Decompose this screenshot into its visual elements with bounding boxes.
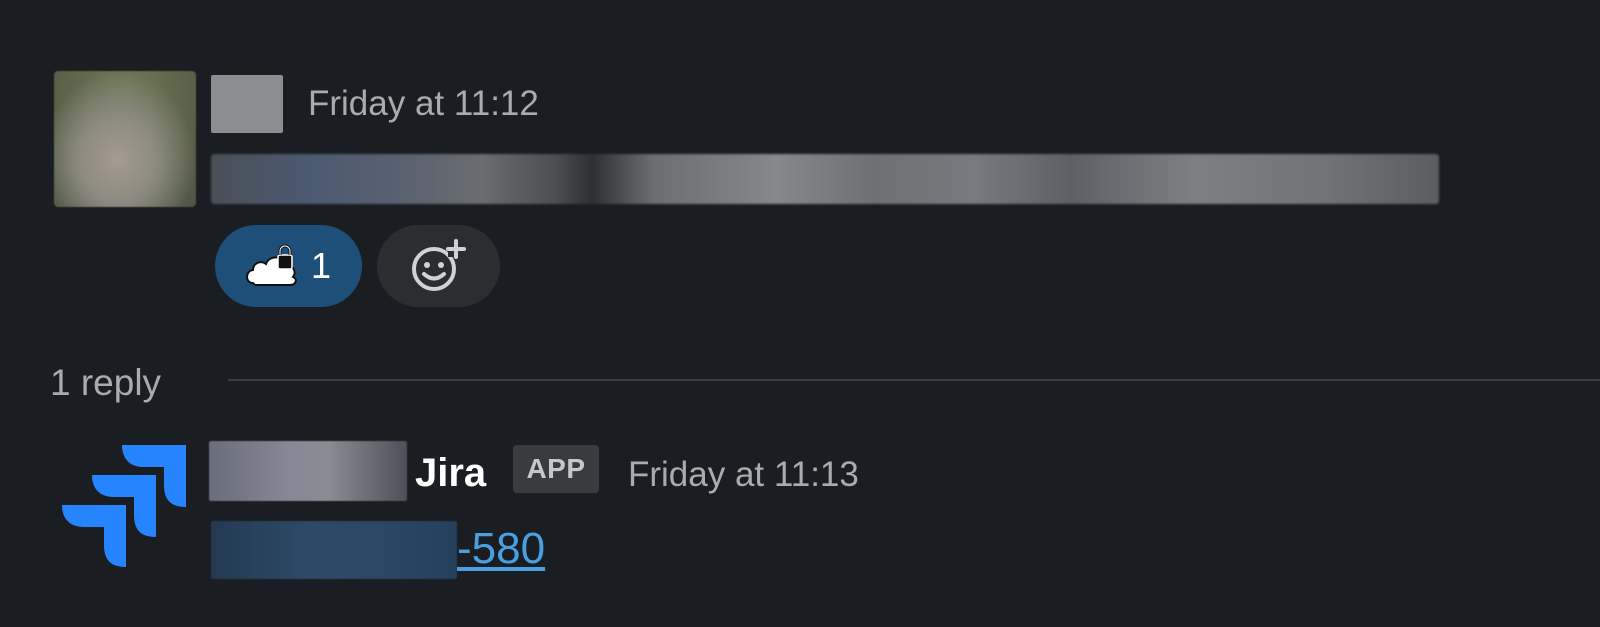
add-reaction-button[interactable] xyxy=(377,225,500,307)
sender-name-redacted[interactable] xyxy=(211,75,283,133)
app-badge: APP xyxy=(513,445,599,493)
reply-divider xyxy=(228,379,1600,381)
issue-key-redacted[interactable] xyxy=(211,521,457,579)
cloud-lock-emoji-icon xyxy=(246,244,297,286)
reply-sender-name-redacted xyxy=(209,441,407,501)
jira-logo-icon[interactable] xyxy=(60,443,188,571)
app-name[interactable]: Jira xyxy=(415,451,486,495)
thread-view: Friday at 11:12 1 1 reply Jira APP Frida… xyxy=(0,0,1600,627)
reaction-count: 1 xyxy=(311,245,332,286)
sender-avatar[interactable] xyxy=(54,71,196,207)
message-timestamp[interactable]: Friday at 11:12 xyxy=(308,84,539,124)
reply-count-label[interactable]: 1 reply xyxy=(50,362,161,404)
issue-link[interactable]: -580 xyxy=(457,524,545,574)
message-text-redacted xyxy=(211,154,1439,204)
reaction-pill[interactable]: 1 xyxy=(215,225,362,307)
reply-timestamp[interactable]: Friday at 11:13 xyxy=(628,455,859,495)
add-reaction-smiley-icon xyxy=(411,239,466,291)
